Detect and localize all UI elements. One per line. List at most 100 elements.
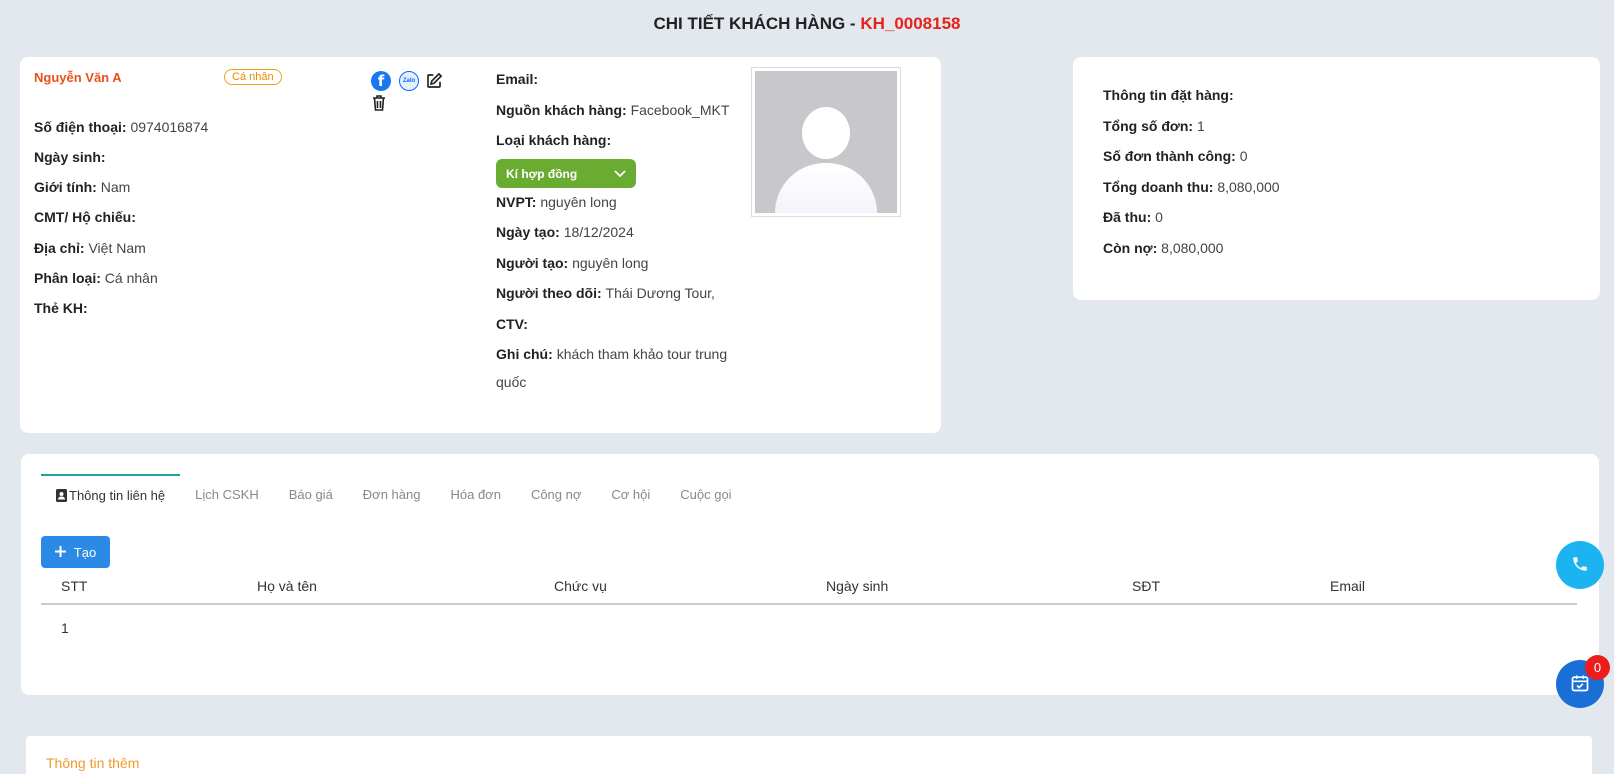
field-ctv: CTV:	[496, 316, 528, 332]
tab-label: Công nợ	[530, 486, 582, 502]
contact-card-icon	[56, 488, 67, 502]
order-total-revenue: Tổng doanh thu: 8,080,000	[1103, 179, 1280, 195]
tab-quotes[interactable]: Báo giá	[274, 474, 348, 514]
phone-icon	[1571, 555, 1589, 576]
zalo-icon[interactable]: Zalo	[399, 71, 419, 91]
order-info-title: Thông tin đặt hàng:	[1103, 87, 1234, 103]
field-label: Nguồn khách hàng	[496, 102, 622, 118]
field-value: 8,080,000	[1217, 179, 1280, 195]
avatar[interactable]	[751, 67, 901, 217]
order-success-count: Số đơn thành công: 0	[1103, 148, 1248, 164]
trash-icon[interactable]	[370, 94, 388, 112]
chevron-down-icon	[614, 167, 626, 181]
plus-icon	[54, 545, 66, 560]
field-label: Thẻ KH	[34, 300, 83, 316]
customer-name: Nguyễn Văn A	[34, 70, 122, 85]
table-header: STT Họ và tên Chức vụ Ngày sinh SĐT Emai…	[41, 569, 1577, 605]
field-address: Địa chỉ: Việt Nam	[34, 240, 146, 256]
call-button[interactable]	[1556, 541, 1604, 589]
order-info-title-text: Thông tin đặt hàng	[1103, 87, 1229, 103]
table-cell: 1	[61, 620, 69, 636]
edit-icon[interactable]	[424, 71, 444, 91]
tab-care-schedule[interactable]: Lịch CSKH	[180, 474, 274, 514]
order-debt: Còn nợ: 8,080,000	[1103, 240, 1224, 256]
avatar-placeholder-icon	[755, 71, 897, 213]
tab-label: Lịch CSKH	[195, 486, 259, 502]
field-label: Số điện thoại	[34, 119, 122, 135]
notification-count-badge: 0	[1585, 655, 1610, 680]
customer-type-value: Kí hợp đồng	[506, 166, 578, 181]
column-header: Họ và tên	[257, 578, 317, 594]
field-label: Tổng doanh thu	[1103, 179, 1209, 195]
page-title: CHI TIẾT KHÁCH HÀNG - KH_0008158	[0, 14, 1614, 34]
field-customer-type: Loại khách hàng:	[496, 132, 612, 148]
facebook-icon[interactable]: f	[371, 71, 391, 91]
field-value: Thái Dương Tour,	[605, 285, 715, 301]
order-total-count: Tổng số đơn: 1	[1103, 118, 1205, 134]
field-value: quốc	[496, 374, 527, 390]
field-value: Việt Nam	[88, 240, 146, 256]
field-label: Còn nợ	[1103, 240, 1153, 256]
field-value: Facebook_MKT	[630, 102, 730, 118]
field-customer-card: Thẻ KH:	[34, 300, 88, 316]
extra-info-card: Thông tin thêm	[26, 736, 1592, 774]
field-note-continued: quốc	[496, 374, 526, 390]
tab-opportunities[interactable]: Cơ hội	[596, 474, 665, 514]
field-value: nguyên long	[572, 255, 649, 271]
table-row[interactable]: 1	[41, 614, 1577, 644]
tab-label: Cơ hội	[611, 486, 651, 502]
field-value: nguyên long	[540, 194, 617, 210]
field-label: NVPT	[496, 194, 532, 210]
field-label: Ngày tạo	[496, 224, 556, 240]
tab-label: Báo giá	[288, 486, 333, 502]
field-value: 8,080,000	[1161, 240, 1224, 256]
create-button[interactable]: Tạo	[41, 536, 110, 568]
field-value: 0974016874	[130, 119, 209, 135]
customer-type-badge: Cá nhân	[224, 69, 282, 85]
tab-label: Thông tin liên hệ	[69, 487, 166, 503]
field-label: Email	[496, 71, 534, 87]
create-button-label: Tạo	[73, 544, 97, 560]
customer-type-select[interactable]: Kí hợp đồng	[496, 159, 636, 188]
column-header: SĐT	[1132, 578, 1160, 594]
tab-calls[interactable]: Cuộc gọi	[665, 474, 746, 514]
field-label: Loại khách hàng	[496, 132, 607, 148]
field-label: Ghi chú	[496, 346, 549, 362]
tab-contact-info[interactable]: Thông tin liên hệ	[41, 474, 181, 514]
field-value: khách tham khảo tour trung	[556, 346, 728, 362]
field-label: Người tạo	[496, 255, 564, 271]
field-phone: Số điện thoại: 0974016874	[34, 119, 209, 135]
customer-code: KH_0008158	[860, 14, 961, 33]
column-header: Chức vụ	[554, 578, 607, 594]
field-label: Tổng số đơn	[1103, 118, 1189, 134]
field-label: Phân loại	[34, 270, 97, 286]
field-label: Giới tính	[34, 179, 93, 195]
field-label: Người theo dõi	[496, 285, 597, 301]
field-value: 0	[1239, 148, 1248, 164]
order-collected: Đã thu: 0	[1103, 209, 1163, 225]
extra-info-title: Thông tin thêm	[46, 755, 140, 771]
field-note: Ghi chú: khách tham khảo tour trung	[496, 346, 728, 362]
tab-bar: Thông tin liên hệ Lịch CSKH Báo giá Đơn …	[41, 474, 747, 514]
tab-orders[interactable]: Đơn hàng	[348, 474, 436, 514]
calendar-check-icon	[1570, 673, 1590, 696]
field-label: CMT/ Hộ chiếu	[34, 209, 132, 225]
field-id-card: CMT/ Hộ chiếu:	[34, 209, 136, 225]
column-header: Email	[1330, 578, 1366, 594]
field-gender: Giới tính: Nam	[34, 179, 131, 195]
field-nvpt: NVPT: nguyên long	[496, 194, 617, 210]
field-label: CTV	[496, 316, 524, 332]
field-label: Số đơn thành công	[1103, 148, 1232, 164]
tab-invoices[interactable]: Hóa đơn	[435, 474, 515, 514]
field-follower: Người theo dõi: Thái Dương Tour,	[496, 285, 715, 301]
field-creator: Người tạo: nguyên long	[496, 255, 649, 271]
tab-label: Cuộc gọi	[680, 486, 732, 502]
customer-profile-card: Nguyễn Văn A Cá nhân f Zalo Số điện thoạ…	[20, 57, 941, 433]
page-title-text: CHI TIẾT KHÁCH HÀNG -	[653, 14, 861, 33]
field-value: Cá nhân	[104, 270, 158, 286]
tab-debts[interactable]: Công nợ	[516, 474, 596, 514]
field-value: 0	[1155, 209, 1163, 225]
field-label: Ngày sinh	[34, 149, 101, 165]
field-label: Địa chỉ	[34, 240, 80, 256]
column-header: STT	[61, 578, 88, 594]
